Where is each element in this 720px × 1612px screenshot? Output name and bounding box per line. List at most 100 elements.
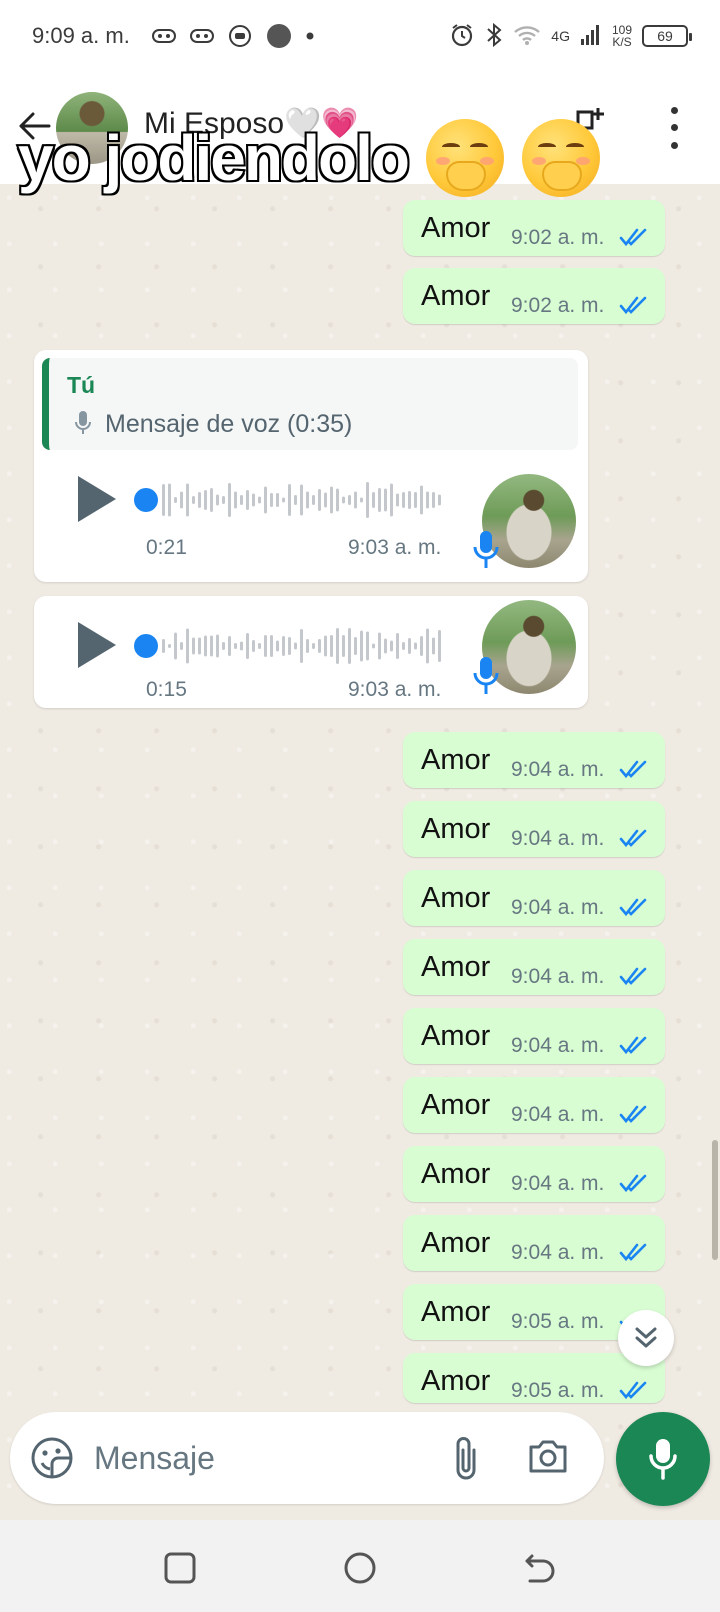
waveform-bar [180,491,183,509]
waveform[interactable] [162,626,444,666]
waveform-bar [294,495,297,505]
message-time: 9:03 a. m. [348,678,442,701]
status-time: 9:09 a. m. [32,23,130,48]
network-type: 4G [551,28,570,44]
waveform-bar [288,484,291,516]
playback-handle[interactable] [134,488,158,512]
waveform-bar [408,638,411,654]
waveform-bar [312,643,315,649]
waveform-bar [432,492,435,508]
waveform-bar [312,495,315,505]
play-button[interactable] [74,620,118,670]
waveform-bar [360,497,363,503]
overlay-caption-text: yo jodiendolo [16,120,412,196]
incoming-voice-message[interactable]: Tú Mensaje de voz (0:35) 0:21 9:03 a. m. [34,350,588,582]
message-time: 9:02 a. m. [511,226,605,249]
outgoing-message[interactable]: Amor 9:04 a. m. [403,1077,665,1133]
message-time: 9:04 a. m. [511,965,605,988]
waveform-bar [264,635,267,657]
outgoing-message[interactable]: Amor 9:04 a. m. [403,732,665,788]
waveform-bar [336,488,339,512]
outgoing-message[interactable]: Amor 9:04 a. m. [403,870,665,926]
read-ticks-icon [619,1174,647,1193]
read-ticks-icon [619,1243,647,1262]
outgoing-message[interactable]: Amor 9:02 a. m. [403,200,665,256]
home-button[interactable] [340,1548,380,1588]
outgoing-message[interactable]: Amor 9:04 a. m. [403,939,665,995]
message-time: 9:05 a. m. [511,1310,605,1333]
message-text: Amor [421,212,491,244]
read-ticks-icon [619,1105,647,1124]
message-input[interactable] [94,1432,414,1484]
status-bar: 9:09 a. m. 4G 109 K/S 69 [0,0,720,72]
outgoing-message[interactable]: Amor 9:02 a. m. [403,268,665,324]
read-ticks-icon [619,1036,647,1055]
attachment-icon[interactable] [448,1434,484,1482]
waveform-bar [180,642,183,650]
message-text: Amor [421,1227,491,1259]
waveform-bar [366,482,369,518]
outgoing-message[interactable]: Amor 9:04 a. m. [403,801,665,857]
back-nav-button[interactable] [520,1548,560,1588]
waveform-bar [276,493,279,507]
play-button[interactable] [74,474,118,524]
waveform-bar [282,497,285,503]
record-dot-icon [266,23,292,49]
recent-apps-button[interactable] [160,1548,200,1588]
navigation-bar [0,1520,720,1612]
waveform-bar [336,628,339,664]
more-options-button[interactable] [656,102,692,154]
microphone-icon [473,657,499,694]
outgoing-message[interactable]: Amor 9:04 a. m. [403,1008,665,1064]
outgoing-message[interactable]: Amor 9:04 a. m. [403,1215,665,1271]
waveform-bar [372,492,375,508]
outgoing-message[interactable]: Amor 9:05 a. m. [403,1353,665,1403]
playback-handle[interactable] [134,634,158,658]
quoted-message[interactable]: Tú Mensaje de voz (0:35) [42,358,578,450]
message-text: Amor [421,1158,491,1190]
waveform-bar [378,488,381,512]
microphone-icon [649,1439,677,1480]
scrollbar[interactable] [712,1140,718,1260]
waveform-bar [234,643,237,649]
message-text: Amor [421,1365,491,1397]
voice-record-button[interactable] [616,1412,710,1506]
outgoing-message[interactable]: Amor 9:04 a. m. [403,1146,665,1202]
read-ticks-icon [619,228,647,247]
sticker-icon[interactable] [30,1436,74,1480]
overlay-caption: yo jodiendolo [16,118,600,198]
waveform-bar [318,489,321,511]
bluetooth-icon [485,22,503,51]
waveform-bar [360,630,363,662]
waveform-bar [342,635,345,657]
waveform-bar [216,634,219,658]
battery-level: 69 [657,28,673,44]
waveform-bar [426,628,429,664]
read-ticks-icon [619,829,647,848]
message-text: Amor [421,813,491,845]
waveform-bar [228,636,231,656]
double-chevron-down-icon [635,1327,657,1348]
waveform-bar [348,628,351,664]
waveform-bar [300,629,303,663]
waveform-bar [210,635,213,657]
message-text: Amor [421,1296,491,1328]
waveform-bar [372,643,375,649]
waveform-bar [210,488,213,512]
incoming-voice-message[interactable]: 0:15 9:03 a. m. [34,596,588,708]
quoted-author: Tú [67,372,96,398]
waveform-bar [228,483,231,517]
camera-icon[interactable] [526,1434,570,1478]
message-text: Amor [421,744,491,776]
waveform-bar [378,632,381,660]
waveform-bar [342,496,345,504]
waveform[interactable] [162,480,444,520]
read-ticks-icon [619,1381,647,1400]
scroll-to-bottom-button[interactable] [618,1310,674,1366]
gamepad-icon [189,28,214,44]
waveform-bar [270,493,273,507]
microphone-icon [473,531,499,568]
waveform-bar [384,488,387,512]
voice-duration: 0:21 [146,536,187,559]
waveform-bar [438,494,441,506]
